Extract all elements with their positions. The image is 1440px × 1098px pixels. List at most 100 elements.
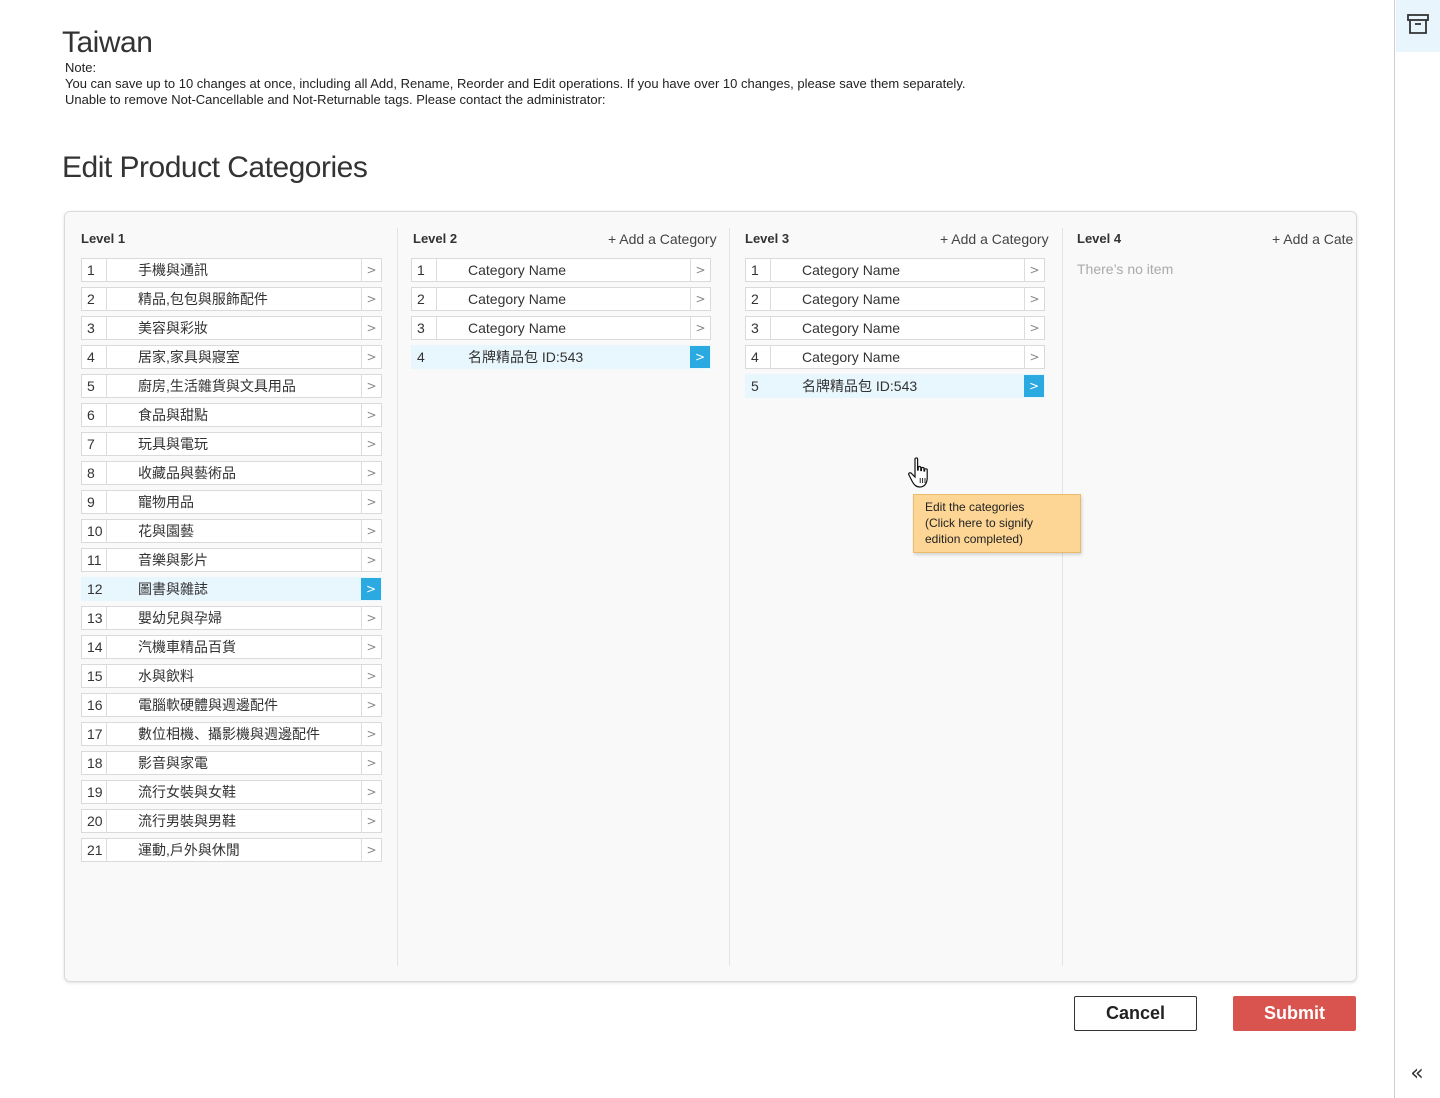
category-row[interactable]: 6 食品與甜點 >	[81, 403, 382, 427]
category-row[interactable]: 17 數位相機、攝影機與週邊配件 >	[81, 722, 382, 746]
category-name[interactable]: 電腦軟硬體與週邊配件	[107, 694, 361, 716]
category-row[interactable]: 19 流行女裝與女鞋 >	[81, 780, 382, 804]
category-name[interactable]: 廚房,生活雜貨與文具用品	[107, 375, 361, 397]
category-name[interactable]: 名牌精品包 ID:543	[771, 375, 1024, 397]
category-name[interactable]: Category Name	[437, 317, 690, 339]
category-row[interactable]: 11 音樂與影片 >	[81, 548, 382, 572]
category-row[interactable]: 13 嬰幼兒與孕婦 >	[81, 606, 382, 630]
category-row[interactable]: 2 Category Name >	[411, 287, 711, 311]
category-row[interactable]: 5 名牌精品包 ID:543 >	[745, 374, 1045, 398]
category-row[interactable]: 20 流行男裝與男鞋 >	[81, 809, 382, 833]
chevron-right-icon[interactable]: >	[690, 288, 710, 310]
chevron-right-icon[interactable]: >	[361, 578, 381, 600]
category-name[interactable]: Category Name	[771, 317, 1024, 339]
chevron-right-icon[interactable]: >	[361, 288, 381, 310]
level-3-add-category-link[interactable]: + Add a Category	[940, 231, 1049, 247]
category-row[interactable]: 1 手機與通訊 >	[81, 258, 382, 282]
level-2-add-category-link[interactable]: + Add a Category	[608, 231, 717, 247]
category-row[interactable]: 14 汽機車精品百貨 >	[81, 635, 382, 659]
chevron-right-icon[interactable]: >	[361, 694, 381, 716]
category-name[interactable]: 音樂與影片	[107, 549, 361, 571]
category-row[interactable]: 18 影音與家電 >	[81, 751, 382, 775]
submit-button[interactable]: Submit	[1233, 996, 1356, 1031]
category-name[interactable]: 花與園藝	[107, 520, 361, 542]
category-row[interactable]: 9 寵物用品 >	[81, 490, 382, 514]
chevron-right-icon[interactable]: >	[361, 520, 381, 542]
chevron-right-icon[interactable]: >	[690, 317, 710, 339]
chevron-right-icon[interactable]: >	[1024, 317, 1044, 339]
category-name[interactable]: 居家,家具與寢室	[107, 346, 361, 368]
category-name[interactable]: 影音與家電	[107, 752, 361, 774]
category-row[interactable]: 15 水與飲料 >	[81, 664, 382, 688]
category-row[interactable]: 16 電腦軟硬體與週邊配件 >	[81, 693, 382, 717]
category-row[interactable]: 4 名牌精品包 ID:543 >	[411, 345, 711, 369]
category-name[interactable]: 水與飲料	[107, 665, 361, 687]
category-row[interactable]: 3 美容與彩妝 >	[81, 316, 382, 340]
category-name[interactable]: 嬰幼兒與孕婦	[107, 607, 361, 629]
category-name[interactable]: Category Name	[437, 288, 690, 310]
category-row[interactable]: 4 Category Name >	[745, 345, 1045, 369]
category-row[interactable]: 4 居家,家具與寢室 >	[81, 345, 382, 369]
category-row[interactable]: 1 Category Name >	[411, 258, 711, 282]
category-name[interactable]: 收藏品與藝術品	[107, 462, 361, 484]
chevron-right-icon[interactable]: >	[361, 752, 381, 774]
category-name[interactable]: 名牌精品包 ID:543	[437, 346, 690, 368]
category-row[interactable]: 10 花與園藝 >	[81, 519, 382, 543]
category-name[interactable]: Category Name	[437, 259, 690, 281]
category-row[interactable]: 5 廚房,生活雜貨與文具用品 >	[81, 374, 382, 398]
category-name[interactable]: 寵物用品	[107, 491, 361, 513]
category-row[interactable]: 2 Category Name >	[745, 287, 1045, 311]
category-name[interactable]: 流行男裝與男鞋	[107, 810, 361, 832]
category-name[interactable]: 玩具與電玩	[107, 433, 361, 455]
chevron-right-icon[interactable]: >	[361, 491, 381, 513]
category-name[interactable]: Category Name	[771, 288, 1024, 310]
chevron-right-icon[interactable]: >	[1024, 375, 1044, 397]
chevron-right-icon[interactable]: >	[361, 665, 381, 687]
category-name[interactable]: 食品與甜點	[107, 404, 361, 426]
edit-categories-tooltip[interactable]: Edit the categories (Click here to signi…	[913, 494, 1081, 553]
category-name[interactable]: 圖書與雜誌	[107, 578, 361, 600]
chevron-right-icon[interactable]: >	[690, 346, 710, 368]
chevron-right-icon[interactable]: >	[361, 781, 381, 803]
note-heading: Note:	[65, 60, 97, 75]
chevron-right-icon[interactable]: >	[1024, 346, 1044, 368]
chevron-right-icon[interactable]: >	[361, 404, 381, 426]
archive-button[interactable]	[1396, 0, 1440, 52]
chevron-right-icon[interactable]: >	[1024, 288, 1044, 310]
chevron-right-icon[interactable]: >	[361, 723, 381, 745]
category-row[interactable]: 2 精品,包包與服飾配件 >	[81, 287, 382, 311]
chevron-right-icon[interactable]: >	[361, 259, 381, 281]
row-number: 11	[82, 549, 107, 571]
chevron-right-icon[interactable]: >	[361, 549, 381, 571]
category-name[interactable]: 運動,戶外與休閒	[107, 839, 361, 861]
category-name[interactable]: Category Name	[771, 259, 1024, 281]
category-name[interactable]: 數位相機、攝影機與週邊配件	[107, 723, 361, 745]
category-name[interactable]: 流行女裝與女鞋	[107, 781, 361, 803]
chevron-right-icon[interactable]: >	[361, 636, 381, 658]
chevron-right-icon[interactable]: >	[361, 346, 381, 368]
category-row[interactable]: 3 Category Name >	[411, 316, 711, 340]
chevron-right-icon[interactable]: >	[361, 839, 381, 861]
chevron-right-icon[interactable]: >	[690, 259, 710, 281]
category-name[interactable]: Category Name	[771, 346, 1024, 368]
category-row[interactable]: 1 Category Name >	[745, 258, 1045, 282]
category-row[interactable]: 8 收藏品與藝術品 >	[81, 461, 382, 485]
cancel-button[interactable]: Cancel	[1074, 996, 1197, 1031]
chevron-right-icon[interactable]: >	[361, 375, 381, 397]
chevron-right-icon[interactable]: >	[361, 607, 381, 629]
category-name[interactable]: 汽機車精品百貨	[107, 636, 361, 658]
category-row[interactable]: 3 Category Name >	[745, 316, 1045, 340]
category-name[interactable]: 精品,包包與服飾配件	[107, 288, 361, 310]
category-row[interactable]: 7 玩具與電玩 >	[81, 432, 382, 456]
category-row[interactable]: 21 運動,戶外與休閒 >	[81, 838, 382, 862]
category-row[interactable]: 12 圖書與雜誌 >	[81, 577, 382, 601]
chevron-right-icon[interactable]: >	[361, 433, 381, 455]
level-4-add-category-link[interactable]: + Add a Cate	[1272, 231, 1353, 247]
chevron-right-icon[interactable]: >	[1024, 259, 1044, 281]
chevron-right-icon[interactable]: >	[361, 462, 381, 484]
double-chevron-left-icon[interactable]: «	[1404, 1060, 1430, 1086]
category-name[interactable]: 手機與通訊	[107, 259, 361, 281]
chevron-right-icon[interactable]: >	[361, 810, 381, 832]
chevron-right-icon[interactable]: >	[361, 317, 381, 339]
category-name[interactable]: 美容與彩妝	[107, 317, 361, 339]
